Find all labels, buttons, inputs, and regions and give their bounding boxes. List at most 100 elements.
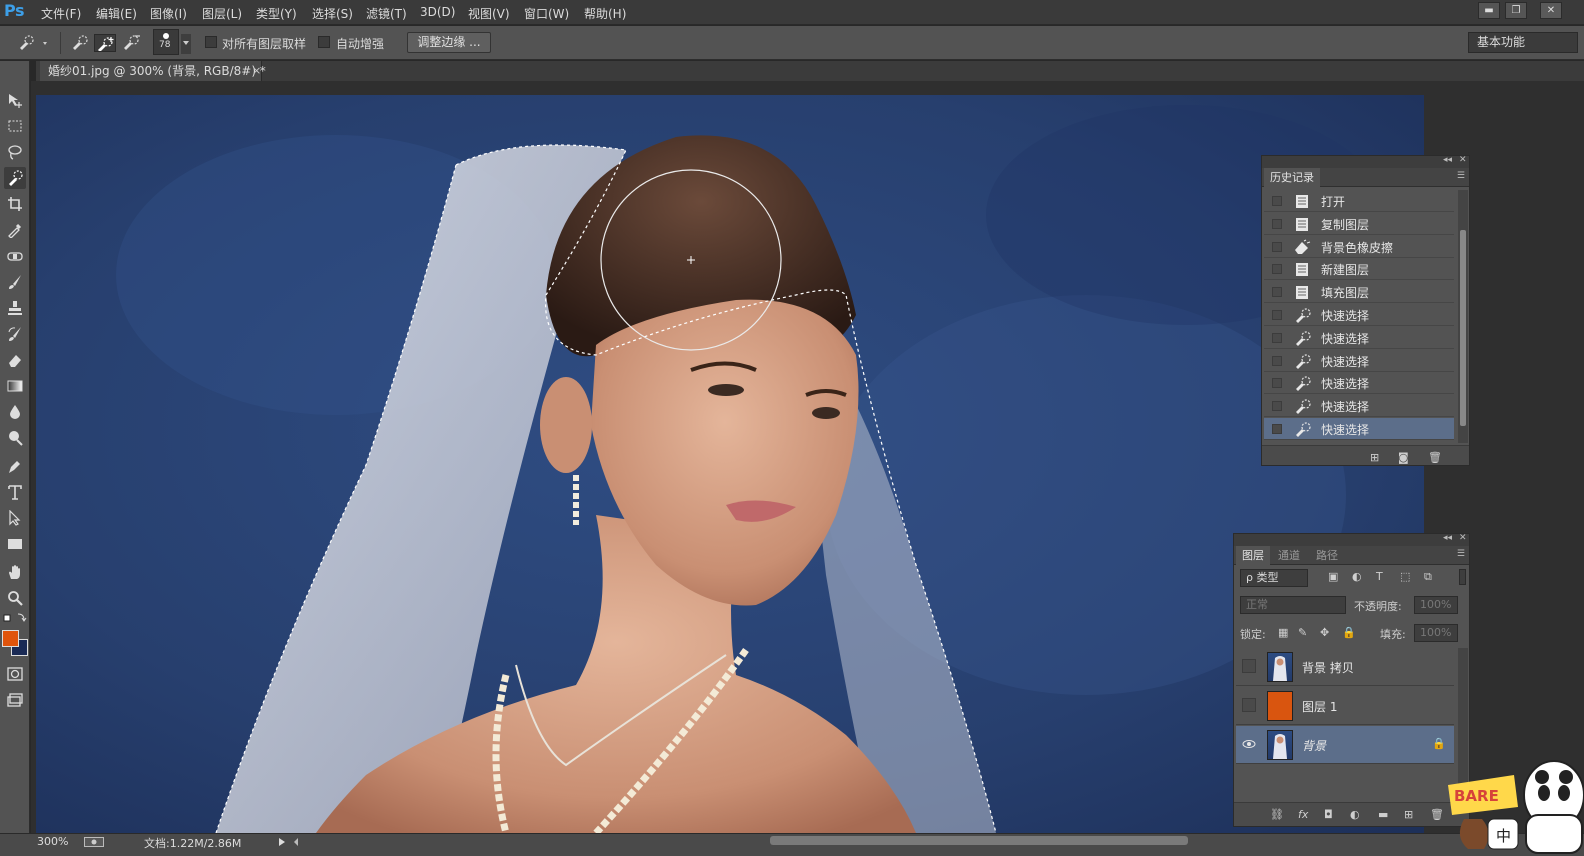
eye-icon[interactable] bbox=[1242, 737, 1256, 751]
menu-filter[interactable]: 滤镜(T) bbox=[366, 5, 407, 22]
menu-view[interactable]: 视图(V) bbox=[468, 5, 510, 22]
layer-style-fx-icon[interactable]: fx bbox=[1298, 808, 1308, 821]
history-source-checkbox[interactable] bbox=[1272, 424, 1282, 434]
menu-type[interactable]: 类型(Y) bbox=[256, 5, 297, 22]
blur-tool[interactable] bbox=[4, 401, 26, 423]
add-mask-icon[interactable]: ◘ bbox=[1324, 808, 1333, 821]
screen-mode-button[interactable] bbox=[4, 689, 26, 711]
visibility-toggle[interactable] bbox=[1242, 698, 1256, 712]
refine-edge-button[interactable]: 调整边缘 ... bbox=[407, 32, 491, 53]
minimize-button[interactable]: ▬ bbox=[1478, 2, 1500, 19]
tab-paths[interactable]: 路径 bbox=[1310, 546, 1344, 565]
tab-layers[interactable]: 图层 bbox=[1236, 546, 1270, 565]
menu-select[interactable]: 选择(S) bbox=[312, 5, 353, 22]
workspace-switcher[interactable]: 基本功能 bbox=[1468, 32, 1578, 53]
menu-window[interactable]: 窗口(W) bbox=[524, 5, 569, 22]
delete-layer-icon[interactable]: 🗑 bbox=[1430, 808, 1444, 821]
eyedropper-tool[interactable] bbox=[4, 219, 26, 241]
history-source-checkbox[interactable] bbox=[1272, 355, 1282, 366]
new-selection-icon[interactable] bbox=[70, 34, 90, 52]
auto-enhance-checkbox[interactable] bbox=[318, 36, 330, 48]
shape-tool[interactable] bbox=[4, 533, 26, 555]
new-layer-icon[interactable]: ⊞ bbox=[1404, 808, 1413, 821]
tool-preset-picker-icon[interactable] bbox=[16, 34, 52, 52]
history-state-row[interactable]: 快速选择 bbox=[1264, 304, 1454, 326]
close-document-icon[interactable]: × bbox=[252, 61, 261, 81]
document-image[interactable] bbox=[36, 95, 1424, 833]
close-button[interactable]: ✕ bbox=[1540, 2, 1562, 19]
zoom-level[interactable]: 300% bbox=[37, 835, 68, 848]
gradient-tool[interactable] bbox=[4, 375, 26, 397]
lock-all-icon[interactable]: 🔒 bbox=[1342, 626, 1356, 639]
lock-position-icon[interactable]: ✥ bbox=[1320, 626, 1329, 639]
tab-channels[interactable]: 通道 bbox=[1272, 546, 1306, 565]
marquee-tool[interactable] bbox=[4, 115, 26, 137]
fill-input[interactable]: 100% bbox=[1414, 624, 1458, 642]
history-state-row[interactable]: 快速选择 bbox=[1264, 327, 1454, 349]
layer-filter-kind-select[interactable]: ρ 类型 bbox=[1240, 569, 1308, 587]
collapse-panel-icon[interactable]: ◂◂ bbox=[1443, 533, 1452, 543]
zoom-tool[interactable] bbox=[4, 587, 26, 609]
filter-image-icon[interactable]: ▣ bbox=[1328, 570, 1338, 583]
history-brush-tool[interactable] bbox=[4, 323, 26, 345]
hand-tool[interactable] bbox=[4, 561, 26, 583]
history-state-row[interactable]: 背景色橡皮擦 bbox=[1264, 236, 1454, 258]
history-source-checkbox[interactable] bbox=[1272, 332, 1282, 343]
menu-3d[interactable]: 3D(D) bbox=[420, 5, 455, 19]
panel-menu-icon[interactable]: ☰ bbox=[1457, 171, 1465, 181]
adjustment-layer-icon[interactable]: ◐ bbox=[1350, 808, 1360, 821]
layer-row[interactable]: 图层 1 bbox=[1236, 687, 1454, 725]
dodge-tool[interactable] bbox=[4, 427, 26, 449]
history-source-checkbox[interactable] bbox=[1272, 310, 1282, 320]
history-source-checkbox[interactable] bbox=[1272, 264, 1282, 275]
status-menu-arrow-icon[interactable] bbox=[278, 838, 286, 846]
history-state-row[interactable]: 填充图层 bbox=[1264, 281, 1454, 304]
blend-mode-select[interactable]: 正常 bbox=[1240, 596, 1346, 614]
history-state-row[interactable]: 快速选择 bbox=[1264, 350, 1454, 372]
visibility-toggle[interactable] bbox=[1242, 659, 1256, 673]
path-selection-tool[interactable] bbox=[4, 507, 26, 529]
add-to-selection-icon[interactable] bbox=[94, 34, 116, 52]
menu-file[interactable]: 文件(F) bbox=[41, 5, 81, 22]
lock-image-icon[interactable]: ✎ bbox=[1298, 626, 1307, 639]
brush-dropdown-icon[interactable] bbox=[181, 34, 191, 54]
history-state-row[interactable]: 快速选择 bbox=[1264, 372, 1454, 395]
quick-mask-button[interactable] bbox=[4, 663, 26, 685]
history-source-checkbox[interactable] bbox=[1272, 287, 1282, 298]
subtract-from-selection-icon[interactable] bbox=[121, 34, 143, 52]
filter-toggle[interactable] bbox=[1459, 569, 1466, 585]
history-source-checkbox[interactable] bbox=[1272, 218, 1282, 229]
layer-row[interactable]: 背景 拷贝 bbox=[1236, 648, 1454, 686]
filter-smart-object-icon[interactable]: ⧉ bbox=[1424, 570, 1432, 584]
new-group-folder-icon[interactable]: ▬ bbox=[1378, 808, 1388, 821]
history-state-row[interactable]: 新建图层 bbox=[1264, 258, 1454, 281]
horizontal-scroll-thumb[interactable] bbox=[770, 836, 1188, 845]
foreground-color-swatch[interactable] bbox=[2, 630, 19, 647]
history-state-row[interactable]: 复制图层 bbox=[1264, 213, 1454, 235]
layer-row[interactable]: 背景 🔒 bbox=[1236, 726, 1454, 764]
history-source-checkbox[interactable] bbox=[1272, 378, 1282, 389]
history-source-checkbox[interactable] bbox=[1272, 196, 1282, 206]
scroll-left-icon[interactable] bbox=[293, 838, 299, 846]
history-state-row[interactable]: 快速选择 bbox=[1264, 418, 1454, 440]
history-source-checkbox[interactable] bbox=[1272, 401, 1282, 412]
trash-icon[interactable]: 🗑 bbox=[1428, 451, 1442, 464]
tab-history[interactable]: 历史记录 bbox=[1264, 168, 1320, 187]
pen-tool[interactable] bbox=[4, 455, 26, 477]
opacity-input[interactable]: 100% bbox=[1414, 596, 1458, 614]
close-panel-icon[interactable]: ✕ bbox=[1459, 533, 1467, 543]
quick-selection-tool[interactable] bbox=[4, 167, 26, 189]
panel-menu-icon[interactable]: ☰ bbox=[1457, 549, 1465, 559]
history-scrollbar[interactable] bbox=[1458, 190, 1468, 443]
history-source-checkbox[interactable] bbox=[1272, 241, 1282, 252]
sample-all-layers-checkbox[interactable] bbox=[205, 36, 217, 48]
history-state-row[interactable]: 打开 bbox=[1264, 190, 1454, 212]
filter-adjustment-icon[interactable]: ◐ bbox=[1352, 570, 1362, 583]
status-preview-icon[interactable] bbox=[84, 837, 104, 847]
restore-button[interactable]: ❐ bbox=[1505, 2, 1527, 19]
menu-layer[interactable]: 图层(L) bbox=[202, 5, 242, 22]
menu-help[interactable]: 帮助(H) bbox=[584, 5, 626, 22]
type-tool[interactable] bbox=[4, 481, 26, 503]
history-scroll-thumb[interactable] bbox=[1460, 230, 1466, 426]
eraser-tool[interactable] bbox=[4, 349, 26, 371]
